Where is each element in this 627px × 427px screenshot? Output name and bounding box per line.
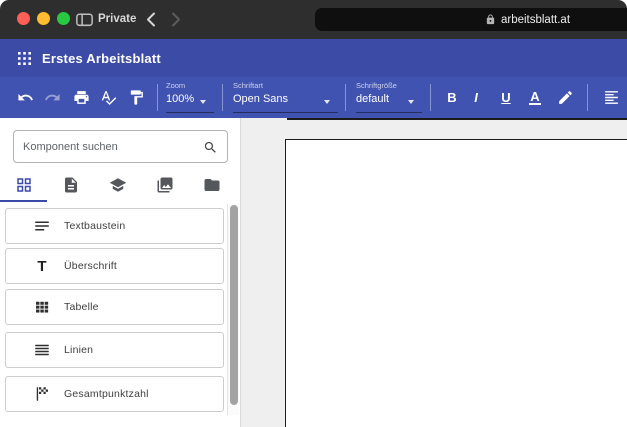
toolbar-divider	[222, 84, 223, 111]
browser-window: Private arbeitsblatt.at Erstes Arbeitsbl…	[0, 0, 627, 427]
component-card-textbaustein[interactable]: Textbaustein	[5, 208, 224, 244]
tab-folders[interactable]	[189, 170, 236, 200]
search-icon	[203, 140, 218, 160]
toolbar-divider	[157, 84, 158, 111]
component-sidebar: Textbaustein T Überschrift Tabelle	[0, 118, 241, 427]
spellcheck-button[interactable]	[97, 86, 119, 108]
edit-pencil-button[interactable]	[554, 86, 576, 108]
component-card-linien[interactable]: Linien	[5, 332, 224, 368]
page-title: Erstes Arbeitsblatt	[42, 51, 161, 66]
tab-documents[interactable]	[47, 170, 94, 200]
tab-components[interactable]	[0, 170, 47, 200]
search-input[interactable]	[14, 131, 227, 162]
editor-toolbar: Zoom 100% Schriftart Open Sans Schriftgr…	[0, 77, 627, 118]
chevron-down-icon	[324, 100, 330, 104]
main-content: Textbaustein T Überschrift Tabelle	[0, 118, 627, 427]
font-size-label: Schriftgröße	[356, 81, 422, 90]
font-family-value: Open Sans	[233, 93, 338, 105]
folder-icon	[203, 176, 221, 194]
tab-templates[interactable]	[94, 170, 141, 200]
browser-chrome: Private arbeitsblatt.at	[0, 0, 627, 39]
close-window-button[interactable]	[17, 12, 30, 25]
italic-button[interactable]: I	[465, 86, 487, 108]
app-header: Erstes Arbeitsblatt	[0, 39, 627, 77]
private-browsing-label: Private	[98, 13, 136, 25]
url-bar[interactable]: arbeitsblatt.at	[315, 8, 627, 31]
url-text: arbeitsblatt.at	[501, 14, 570, 26]
underline-button[interactable]: U	[495, 86, 517, 108]
grid-view-icon	[15, 176, 33, 194]
component-label: Textbaustein	[64, 220, 125, 232]
component-card-ueberschrift[interactable]: T Überschrift	[5, 248, 224, 284]
chevron-down-icon	[200, 100, 206, 104]
sidebar-tab-bar	[0, 170, 236, 200]
title-letter-icon: T	[32, 256, 52, 276]
component-search-box	[13, 130, 228, 163]
canvas-area	[241, 118, 627, 427]
text-color-button[interactable]: A	[524, 86, 546, 108]
apps-grid-icon[interactable]	[18, 52, 31, 70]
worksheet-page[interactable]	[285, 139, 627, 427]
font-family-dropdown[interactable]: Schriftart Open Sans	[233, 81, 338, 113]
photo-library-icon	[156, 176, 174, 194]
toolbar-divider	[430, 84, 431, 111]
checkered-flag-icon	[32, 384, 52, 404]
format-paint-button[interactable]	[125, 86, 147, 108]
sidebar-scrollbar-track	[227, 204, 239, 415]
sidebar-toggle-icon[interactable]	[76, 13, 93, 26]
component-label: Linien	[64, 344, 93, 356]
zoom-value: 100%	[166, 93, 214, 105]
toolbar-divider	[587, 84, 588, 111]
print-button[interactable]	[70, 86, 92, 108]
stacked-lines-icon	[32, 340, 52, 360]
bold-button[interactable]: B	[441, 86, 463, 108]
lock-icon	[485, 14, 496, 25]
component-card-gesamtpunktzahl[interactable]: Gesamtpunktzahl	[5, 376, 224, 412]
forward-button[interactable]	[171, 12, 181, 27]
school-icon	[109, 176, 127, 194]
back-button[interactable]	[146, 12, 156, 27]
undo-button[interactable]	[14, 86, 36, 108]
align-left-button[interactable]	[600, 86, 622, 108]
table-grid-icon	[32, 297, 52, 317]
tab-media[interactable]	[142, 170, 189, 200]
chevron-down-icon	[408, 100, 414, 104]
canvas-top-border	[287, 118, 627, 120]
font-family-label: Schriftart	[233, 81, 338, 90]
redo-button[interactable]	[41, 86, 63, 108]
sidebar-scrollbar-thumb[interactable]	[230, 205, 238, 405]
zoom-dropdown[interactable]: Zoom 100%	[166, 81, 214, 113]
component-card-tabelle[interactable]: Tabelle	[5, 289, 224, 325]
document-icon	[62, 176, 80, 194]
font-size-dropdown[interactable]: Schriftgröße default	[356, 81, 422, 113]
component-label: Gesamtpunktzahl	[64, 388, 149, 400]
component-label: Tabelle	[64, 301, 99, 313]
component-label: Überschrift	[64, 260, 117, 272]
toolbar-divider	[345, 84, 346, 111]
active-tab-indicator	[0, 200, 47, 202]
text-lines-icon	[32, 216, 52, 236]
minimize-window-button[interactable]	[37, 12, 50, 25]
zoom-label: Zoom	[166, 81, 214, 90]
zoom-window-button[interactable]	[57, 12, 70, 25]
